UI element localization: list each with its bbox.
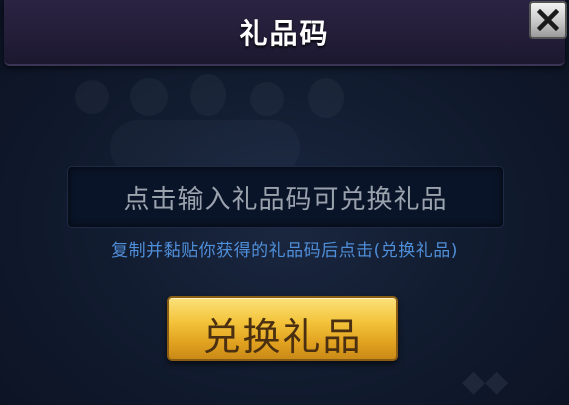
background-watermark: ◆◆ xyxy=(462,364,509,399)
background-decoration xyxy=(130,78,168,116)
dialog-title: 礼品码 xyxy=(239,17,330,50)
gift-code-dialog: 礼品码 点击输入礼品码可兑换礼品 复制并黏贴你获得的礼品码后点击(兑换礼品) 兑… xyxy=(0,0,569,405)
background-decoration xyxy=(75,80,109,114)
gift-code-input-placeholder: 点击输入礼品码可兑换礼品 xyxy=(123,185,448,215)
redeem-gift-button[interactable]: 兑换礼品 xyxy=(167,296,398,361)
instruction-hint: 复制并黏贴你获得的礼品码后点击(兑换礼品) xyxy=(111,241,458,261)
redeem-gift-button-label: 兑换礼品 xyxy=(202,315,363,359)
gift-code-input[interactable]: 点击输入礼品码可兑换礼品 xyxy=(67,166,504,228)
dialog-title-bar: 礼品码 xyxy=(4,0,565,66)
close-x-icon xyxy=(537,9,559,31)
background-decoration xyxy=(250,82,284,116)
background-decoration xyxy=(190,74,226,116)
close-button[interactable] xyxy=(529,1,567,39)
background-decoration xyxy=(308,78,344,118)
